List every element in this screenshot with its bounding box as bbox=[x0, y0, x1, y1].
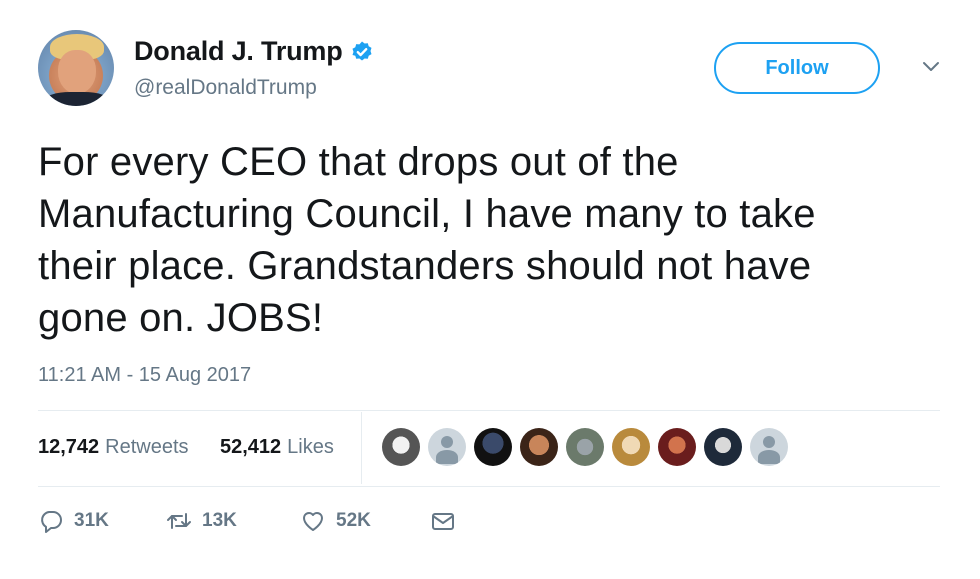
retweet-icon bbox=[167, 513, 191, 529]
liker-avatar[interactable] bbox=[612, 428, 650, 466]
likes-label: Likes bbox=[287, 436, 334, 458]
avatar-suit bbox=[44, 92, 110, 106]
follow-button[interactable]: Follow bbox=[714, 42, 880, 94]
liker-avatar[interactable] bbox=[658, 428, 696, 466]
tweet-text: For every CEO that drops out of the Manu… bbox=[38, 136, 938, 344]
reply-icon bbox=[41, 511, 62, 533]
user-handle[interactable]: @realDonaldTrump bbox=[134, 76, 317, 100]
tweet-line: Manufacturing Council, I have many to ta… bbox=[38, 192, 816, 236]
likes-stat[interactable]: 52,412 Likes bbox=[220, 436, 334, 459]
divider-top bbox=[38, 410, 940, 411]
liker-avatar[interactable] bbox=[520, 428, 558, 466]
verified-badge-icon bbox=[350, 40, 374, 64]
envelope-icon bbox=[432, 513, 454, 530]
stats-row: 12,742 Retweets 52,412 Likes bbox=[38, 412, 940, 484]
reply-button[interactable]: 31K bbox=[38, 508, 109, 534]
chevron-down-icon[interactable] bbox=[922, 60, 940, 72]
like-button[interactable]: 52K bbox=[300, 508, 371, 534]
like-count: 52K bbox=[336, 510, 371, 531]
reply-count: 31K bbox=[74, 510, 109, 531]
heart-icon bbox=[303, 512, 323, 531]
liker-avatar[interactable] bbox=[704, 428, 742, 466]
retweet-count: 13K bbox=[202, 510, 237, 531]
tweet-header: Donald J. Trump @realDonaldTrump Follow bbox=[38, 30, 940, 110]
tweet-timestamp[interactable]: 11:21 AM - 15 Aug 2017 bbox=[38, 364, 251, 387]
liker-avatar[interactable] bbox=[566, 428, 604, 466]
liker-avatar[interactable] bbox=[382, 428, 420, 466]
liker-avatar[interactable] bbox=[428, 428, 466, 466]
liker-avatar[interactable] bbox=[474, 428, 512, 466]
retweet-button[interactable]: 13K bbox=[166, 508, 237, 534]
retweets-stat[interactable]: 12,742 Retweets bbox=[38, 436, 189, 459]
divider-bottom bbox=[38, 486, 940, 487]
liker-avatar[interactable] bbox=[750, 428, 788, 466]
tweet-line: For every CEO that drops out of the bbox=[38, 140, 679, 184]
stats-separator bbox=[361, 412, 362, 484]
avatar[interactable] bbox=[38, 30, 114, 106]
retweets-label: Retweets bbox=[105, 436, 189, 458]
likes-count: 52,412 bbox=[220, 436, 282, 458]
display-name[interactable]: Donald J. Trump bbox=[134, 36, 343, 67]
liker-avatars bbox=[382, 428, 796, 466]
tweet-line: their place. Grandstanders should not ha… bbox=[38, 244, 812, 288]
tweet-actions: 31K 13K 52K bbox=[38, 508, 538, 544]
retweets-count: 12,742 bbox=[38, 436, 100, 458]
name-row: Donald J. Trump bbox=[134, 36, 374, 67]
avatar-face bbox=[58, 50, 96, 94]
tweet-line: gone on. JOBS! bbox=[38, 296, 324, 340]
direct-message-button[interactable] bbox=[430, 508, 456, 534]
